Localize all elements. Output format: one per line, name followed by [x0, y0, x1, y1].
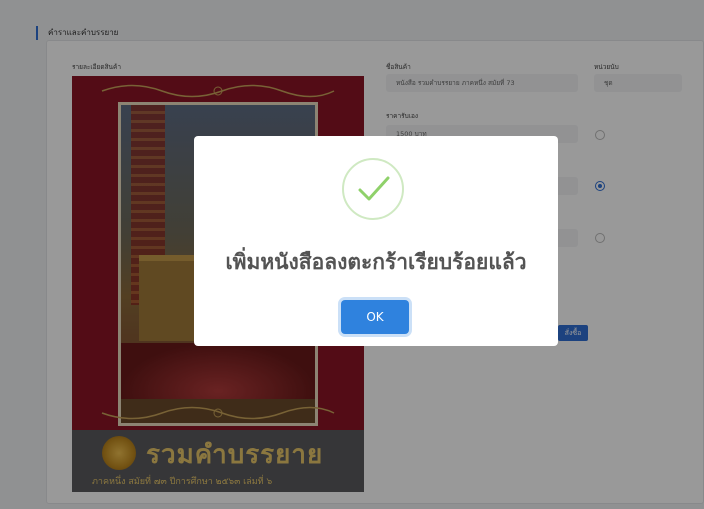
ok-button[interactable]: OK: [341, 300, 409, 334]
success-dialog: เพิ่มหนังสือลงตะกร้าเรียบร้อยแล้ว OK: [194, 136, 558, 346]
check-icon: [358, 176, 390, 201]
success-check-circle: [342, 158, 404, 220]
dialog-message: เพิ่มหนังสือลงตะกร้าเรียบร้อยแล้ว: [225, 250, 527, 274]
